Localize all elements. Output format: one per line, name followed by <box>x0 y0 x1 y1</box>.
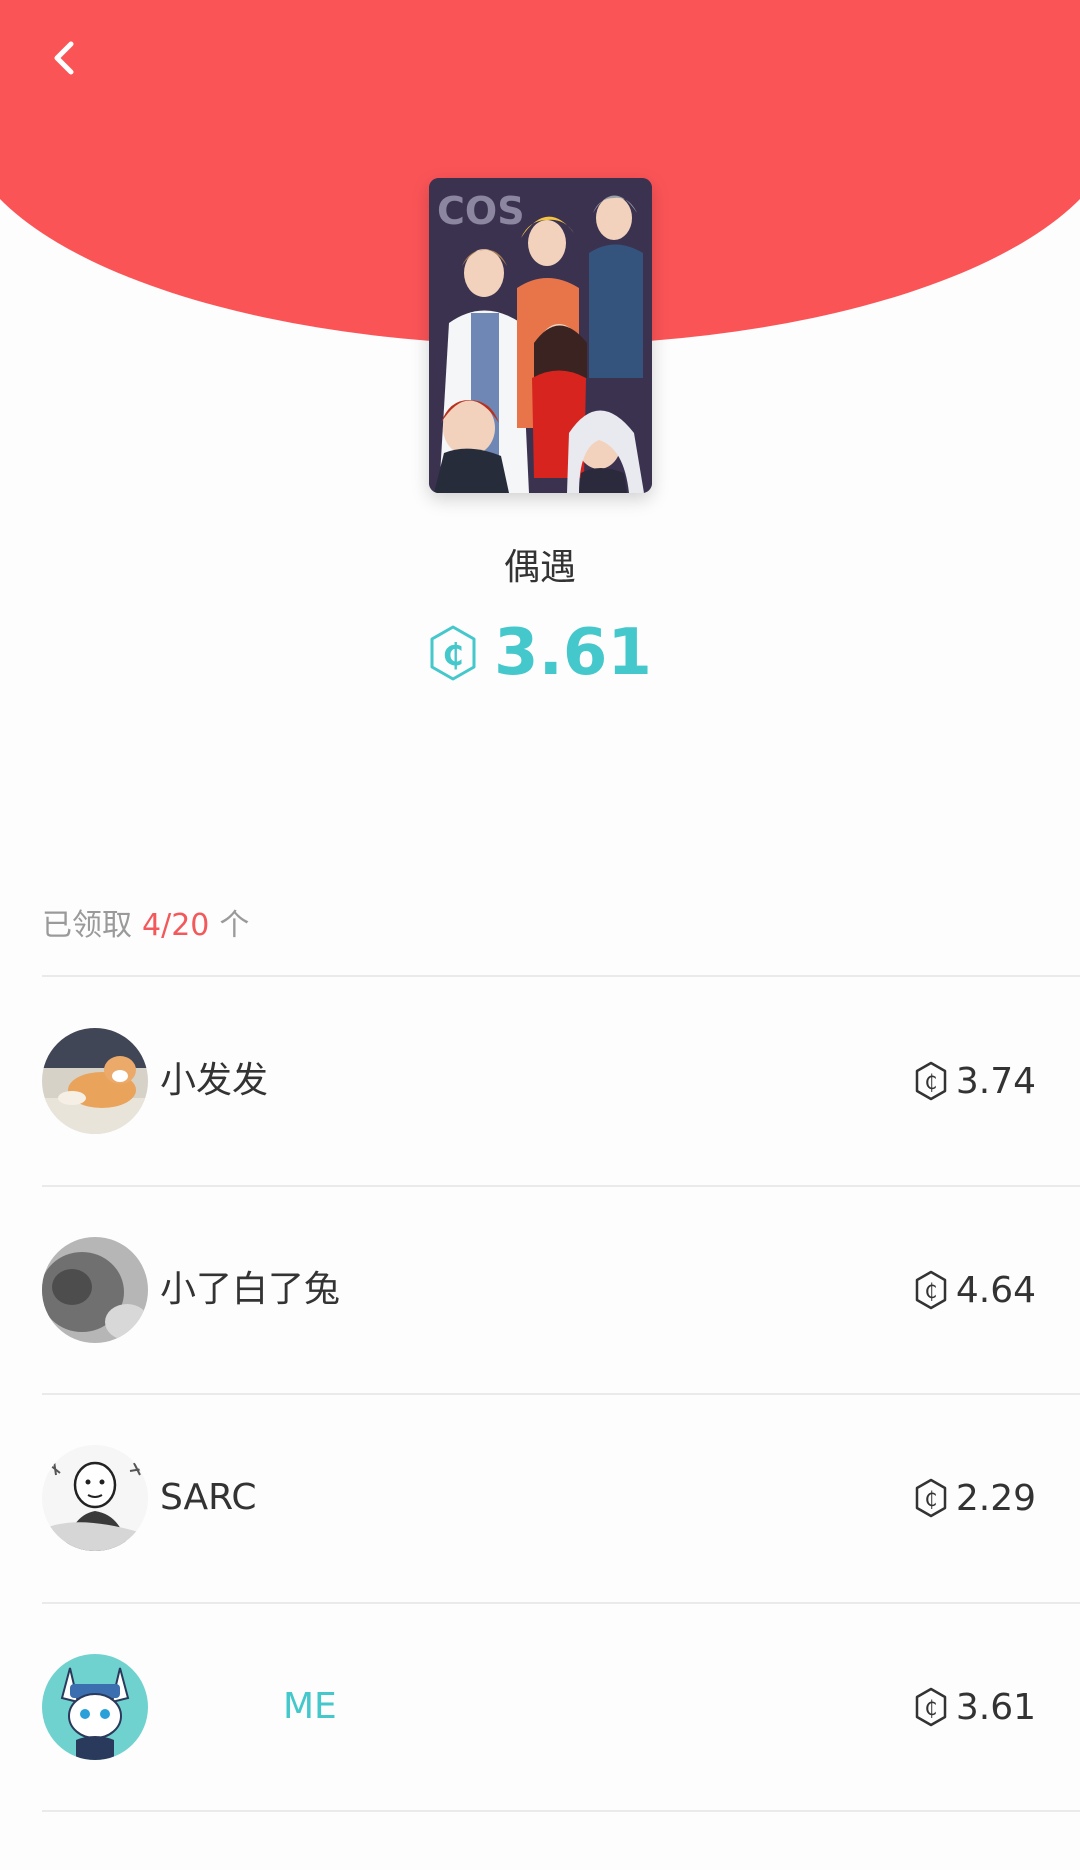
list-divider <box>42 1810 1080 1812</box>
recipient-amount: ₵ 3.61 <box>914 1603 1036 1811</box>
coin-icon: ₵ <box>915 1478 947 1518</box>
item-amount-value: 3.61 <box>494 616 652 690</box>
recipient-amount-value: 3.74 <box>955 1060 1036 1102</box>
avatar <box>42 1237 148 1343</box>
item-cover-image: COS <box>429 178 652 493</box>
recipient-name: ME <box>283 1686 337 1727</box>
recipient-amount: ₵ 3.74 <box>914 977 1036 1185</box>
claim-status-count: 4/20 <box>142 908 210 943</box>
recipient-name: 小发发 <box>160 1060 269 1101</box>
claim-status-prefix: 已领取 <box>42 908 132 943</box>
item-title: 偶遇 <box>503 547 576 588</box>
recipient-row[interactable]: 小发发 ₵ 3.74 <box>0 977 1080 1185</box>
claim-status: 已领取 4/20 个 <box>42 900 249 944</box>
item-amount: ₵ 3.61 <box>0 608 1080 698</box>
recipient-row-me[interactable]: ME ₵ 3.61 <box>0 1603 1080 1811</box>
cover-logo-text: COS <box>437 189 525 233</box>
recipient-amount-value: 3.61 <box>955 1686 1036 1728</box>
svg-text:₵: ₵ <box>924 1487 937 1511</box>
coin-icon: ₵ <box>915 1270 947 1310</box>
recipient-amount: ₵ 2.29 <box>914 1394 1036 1602</box>
coin-icon: ₵ <box>915 1687 947 1727</box>
recipient-row[interactable]: 小了白了兔 ₵ 4.64 <box>0 1186 1080 1394</box>
svg-text:₵: ₵ <box>443 638 464 673</box>
avatar <box>42 1028 148 1134</box>
svg-text:₵: ₵ <box>924 1696 937 1720</box>
recipient-amount: ₵ 4.64 <box>914 1186 1036 1394</box>
recipient-amount-value: 4.64 <box>955 1269 1036 1311</box>
recipient-name: SARC <box>160 1477 257 1518</box>
svg-text:₵: ₵ <box>924 1070 937 1094</box>
back-button[interactable] <box>36 30 92 86</box>
recipient-row[interactable]: SARC ₵ 2.29 <box>0 1394 1080 1602</box>
chevron-left-icon <box>54 41 74 75</box>
svg-text:₵: ₵ <box>924 1279 937 1303</box>
recipient-name: 小了白了兔 <box>160 1269 341 1310</box>
avatar <box>42 1654 148 1760</box>
claim-status-suffix: 个 <box>219 908 250 943</box>
coin-icon: ₵ <box>430 625 476 681</box>
coin-icon: ₵ <box>915 1061 947 1101</box>
recipient-amount-value: 2.29 <box>955 1477 1036 1519</box>
avatar <box>42 1445 148 1551</box>
